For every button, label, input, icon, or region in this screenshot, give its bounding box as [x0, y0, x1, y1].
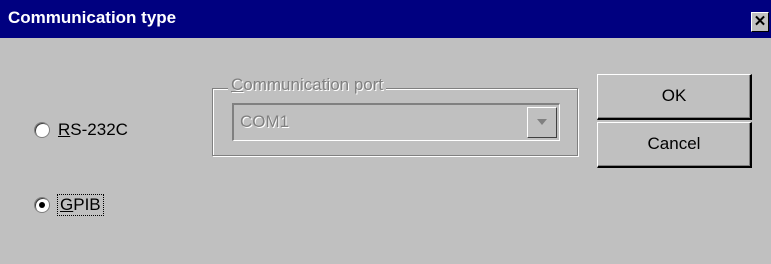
- ok-button[interactable]: OK: [597, 74, 752, 120]
- close-button[interactable]: ✕: [751, 12, 769, 32]
- communication-port-select[interactable]: COM1: [232, 103, 560, 141]
- radio-button-rs232c[interactable]: [34, 122, 50, 138]
- cancel-button[interactable]: Cancel: [597, 122, 752, 168]
- communication-type-dialog: Communication type ✕ RS-232C GPIB Commun…: [0, 0, 771, 264]
- chevron-down-icon: [537, 119, 547, 125]
- close-icon: ✕: [753, 13, 767, 30]
- title-bar[interactable]: Communication type ✕: [0, 0, 771, 38]
- radio-button-gpib[interactable]: [34, 197, 50, 213]
- radio-label-gpib: GPIB: [57, 194, 104, 216]
- dropdown-button[interactable]: [527, 107, 557, 138]
- radio-gpib[interactable]: GPIB: [34, 194, 104, 216]
- communication-port-value: COM1: [240, 112, 290, 131]
- radio-label-rs232c: RS-232C: [58, 120, 128, 139]
- communication-port-legend: Communication port: [228, 75, 387, 95]
- dialog-title: Communication type: [8, 8, 177, 27]
- radio-rs232c[interactable]: RS-232C: [34, 120, 128, 140]
